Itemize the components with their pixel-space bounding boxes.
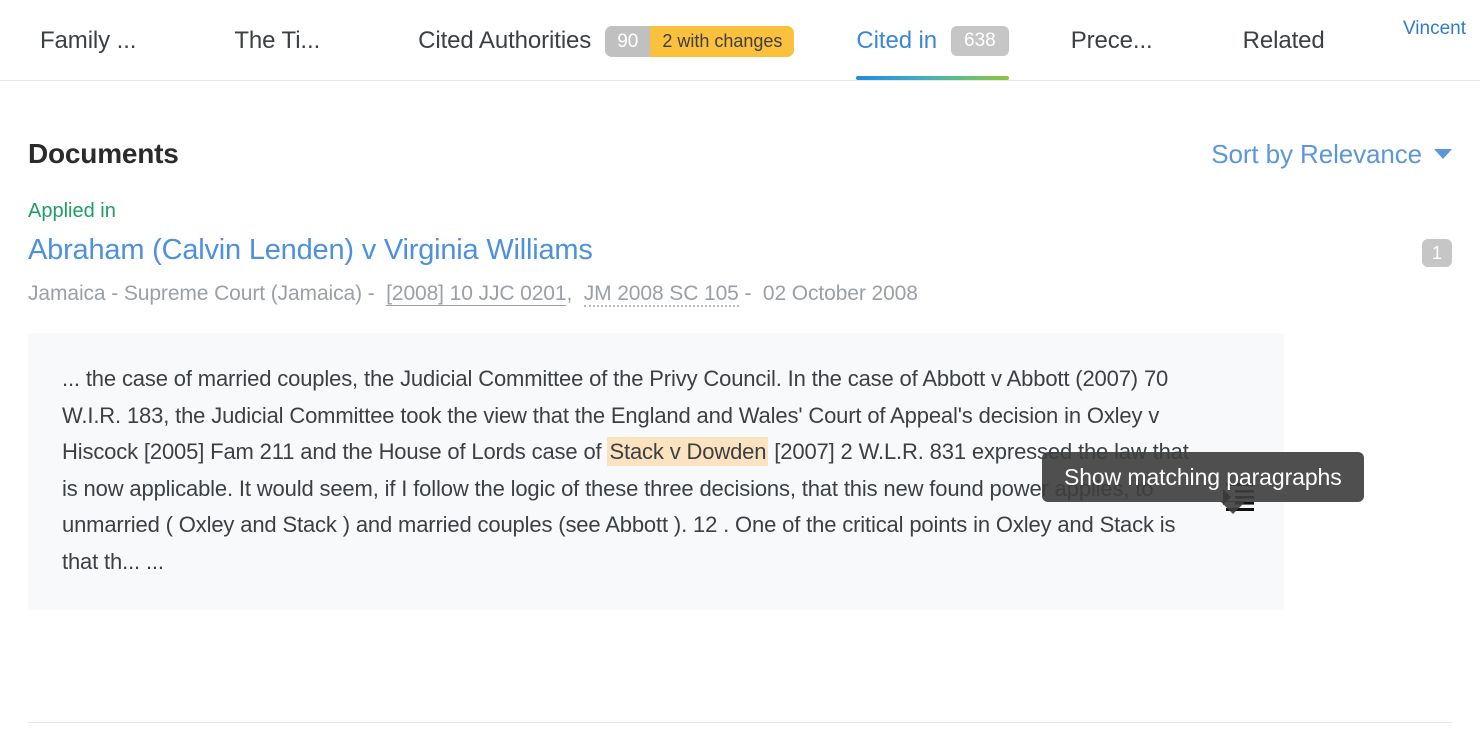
- tab-precedents[interactable]: Prece...: [1071, 0, 1153, 80]
- meta-dash-1: -: [367, 282, 375, 305]
- tab-cited-authorities[interactable]: Cited Authorities 90 2 with changes: [418, 0, 795, 80]
- active-tab-underline: [856, 76, 1009, 80]
- tab-related[interactable]: Related: [1243, 0, 1325, 80]
- tab-cited-in-label: Cited in: [856, 27, 937, 54]
- tab-the-title-label: The Ti...: [234, 27, 321, 54]
- tab-related-label: Related: [1242, 27, 1325, 54]
- tab-family-label: Family ...: [40, 27, 137, 54]
- excerpt-text: ... the case of married couples, the Jud…: [62, 361, 1202, 580]
- citation-count-chip: 1: [1422, 239, 1452, 267]
- case-title-row: Abraham (Calvin Lenden) v Virginia Willi…: [28, 232, 1452, 268]
- tooltip-text: Show matching paragraphs: [1064, 463, 1342, 490]
- case-title-link[interactable]: Abraham (Calvin Lenden) v Virginia Willi…: [28, 232, 593, 268]
- relation-label: Applied in: [28, 200, 116, 222]
- cited-authorities-changes: 2 with changes: [650, 26, 795, 57]
- tab-the-title[interactable]: The Ti...: [234, 0, 320, 80]
- sort-dropdown[interactable]: Sort by Relevance: [1211, 139, 1452, 170]
- tab-family[interactable]: Family ...: [40, 0, 136, 80]
- cited-in-count-badge: 638: [951, 26, 1009, 56]
- tab-precedents-label: Prece...: [1070, 27, 1153, 54]
- cited-in-results-page: Family ... The Ti... Cited Authorities 9…: [0, 0, 1480, 732]
- sort-dropdown-label: Sort by Relevance: [1211, 139, 1422, 169]
- citation-secondary-link[interactable]: JM 2008 SC 105: [583, 282, 739, 307]
- documents-header: Documents Sort by Relevance: [28, 81, 1452, 170]
- tab-cited-in[interactable]: Cited in 638: [856, 0, 1009, 80]
- tab-cited-authorities-label: Cited Authorities: [418, 27, 592, 54]
- vincent-brand-mark[interactable]: Vincent: [1403, 18, 1466, 40]
- result-divider: [28, 722, 1452, 723]
- citation-primary-link[interactable]: [2008] 10 JJC 0201: [386, 282, 567, 306]
- page-title: Documents: [28, 138, 179, 169]
- cited-authorities-badge: 90 2 with changes: [605, 26, 795, 57]
- result-item: Applied in Abraham (Calvin Lenden) v Vir…: [28, 199, 1452, 610]
- chevron-down-icon: [1434, 148, 1452, 159]
- tab-list: Family ... The Ti... Cited Authorities 9…: [0, 0, 1480, 80]
- decision-date: 02 October 2008: [762, 282, 918, 305]
- cited-authorities-count: 90: [605, 26, 651, 57]
- results-content: Documents Sort by Relevance Applied in A…: [0, 81, 1480, 610]
- tooltip-show-matching-paragraphs: Show matching paragraphs: [1042, 452, 1364, 514]
- case-metadata: Jamaica - Supreme Court (Jamaica) - [200…: [28, 280, 1452, 307]
- jurisdiction-court: Jamaica - Supreme Court (Jamaica): [28, 282, 362, 305]
- document-tab-bar: Family ... The Ti... Cited Authorities 9…: [0, 0, 1480, 81]
- excerpt-highlight: Stack v Dowden: [607, 437, 769, 466]
